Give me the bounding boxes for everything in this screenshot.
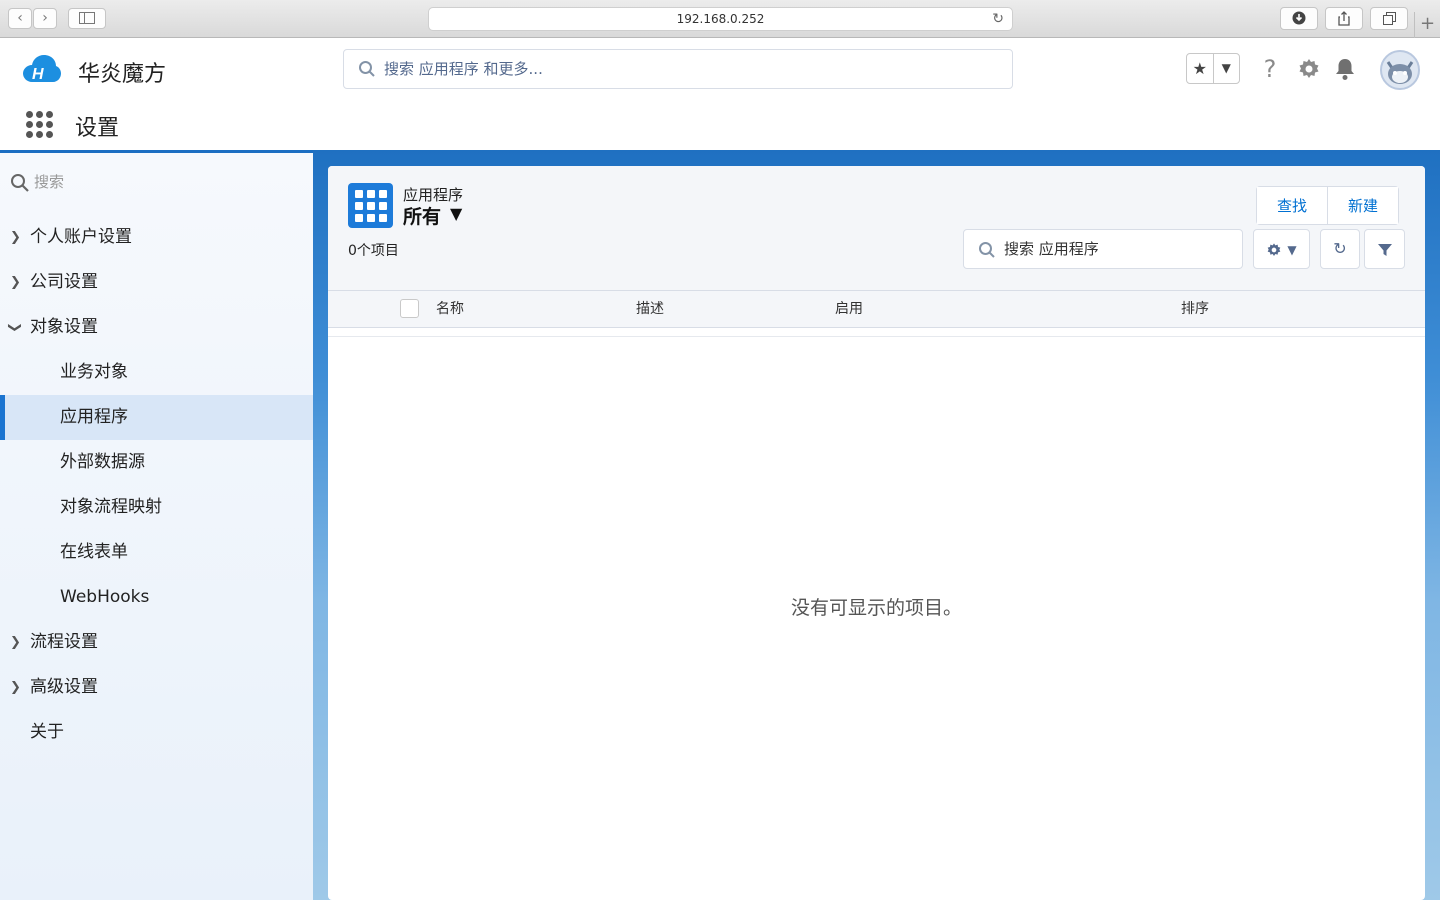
global-search[interactable] — [343, 49, 1013, 89]
forward-button[interactable]: › — [33, 8, 57, 29]
app-launcher-icon[interactable] — [26, 111, 54, 139]
sidebar-icon — [79, 12, 95, 24]
back-button[interactable]: ‹ — [8, 8, 32, 29]
app-title: 设置 — [75, 116, 120, 141]
app-row: 设置 — [0, 108, 400, 150]
gear-icon[interactable] — [1294, 52, 1324, 86]
refresh-button[interactable]: ↻ — [1320, 229, 1360, 269]
cat-avatar-icon — [1386, 61, 1414, 84]
sidebar-item-label: 公司设置 — [30, 272, 98, 292]
user-avatar[interactable] — [1380, 50, 1420, 90]
share-icon — [1338, 11, 1350, 26]
tabs-icon — [1382, 12, 1396, 25]
sidebar-item-about[interactable]: 关于 — [0, 710, 313, 755]
chevron-right-icon: ❯ — [10, 275, 21, 290]
column-header-enabled[interactable]: 启用 — [835, 291, 863, 328]
record-count: 0个项目 — [348, 243, 399, 259]
find-button[interactable]: 查找 — [1257, 187, 1328, 224]
sidebar-item-label: 对象设置 — [30, 317, 98, 337]
search-icon — [359, 61, 375, 77]
table-body: 没有可显示的项目。 — [328, 336, 1425, 900]
sidebar-item-object-flow-mapping[interactable]: 对象流程映射 — [0, 485, 313, 530]
help-icon[interactable]: ? — [1255, 52, 1285, 86]
share-button[interactable] — [1325, 7, 1363, 30]
favorites-dropdown-icon[interactable]: ▼ — [1212, 54, 1240, 83]
list-search-input[interactable] — [1004, 230, 1234, 268]
chevron-right-icon: ❯ — [10, 635, 21, 650]
sidebar-item-online-forms[interactable]: 在线表单 — [0, 530, 313, 575]
list-view-panel: 应用程序 所有 ▼ 0个项目 查找 新建 ▼ ↻ 名称 描述 启用 排序 — [328, 166, 1425, 900]
chevron-right-icon: ❯ — [10, 230, 21, 245]
empty-state-message: 没有可显示的项目。 — [790, 597, 962, 619]
browser-toolbar: ‹ › 192.168.0.252 ↻ + — [0, 0, 1440, 38]
app-grid-icon — [348, 183, 393, 228]
sidebar-item-label: 关于 — [30, 722, 64, 742]
global-search-input[interactable] — [384, 50, 984, 88]
url-text: 192.168.0.252 — [676, 12, 765, 26]
url-field[interactable]: 192.168.0.252 ↻ — [428, 7, 1013, 31]
tabs-overview-button[interactable] — [1370, 7, 1408, 30]
sidebar-item-label: 高级设置 — [30, 677, 98, 697]
sidebar-item-process-settings[interactable]: ❯ 流程设置 — [0, 620, 313, 665]
sidebar-item-personal-settings[interactable]: ❯ 个人账户设置 — [0, 215, 313, 260]
favorites-group[interactable]: ★ ▼ — [1186, 53, 1240, 84]
brand-logo: H — [23, 55, 61, 83]
sidebar-item-label: 对象流程映射 — [60, 497, 162, 517]
sidebar-item-company-settings[interactable]: ❯ 公司设置 — [0, 260, 313, 305]
sidebar-toggle-button[interactable] — [68, 8, 106, 29]
filter-button[interactable] — [1364, 229, 1405, 269]
caret-down-icon: ▼ — [450, 204, 463, 223]
new-button[interactable]: 新建 — [1327, 187, 1399, 224]
app-header: H 华炎魔方 ★ ▼ ? 设置 — [0, 38, 1440, 150]
list-view-header: 应用程序 所有 ▼ 0个项目 查找 新建 ▼ ↻ — [328, 166, 1425, 291]
list-settings-button[interactable]: ▼ — [1253, 229, 1310, 269]
sidebar-item-object-settings[interactable]: ❯ 对象设置 — [0, 305, 313, 350]
reload-icon[interactable]: ↻ — [992, 8, 1004, 30]
sidebar-item-label: 流程设置 — [30, 632, 98, 652]
sidebar-item-label: 应用程序 — [60, 407, 128, 427]
select-all-checkbox[interactable] — [400, 299, 419, 318]
list-search[interactable] — [963, 229, 1243, 269]
svg-text:H: H — [32, 66, 44, 83]
sidebar-item-webhooks[interactable]: WebHooks — [0, 575, 313, 620]
filter-icon — [1377, 243, 1392, 256]
chevron-right-icon: ❯ — [10, 680, 21, 695]
sidebar-search-input[interactable] — [34, 173, 274, 191]
sidebar-item-external-datasources[interactable]: 外部数据源 — [0, 440, 313, 485]
sidebar-search[interactable] — [10, 171, 300, 199]
column-header-name[interactable]: 名称 — [436, 291, 464, 328]
bell-icon[interactable] — [1330, 52, 1360, 86]
sidebar-item-advanced-settings[interactable]: ❯ 高级设置 — [0, 665, 313, 710]
sidebar-item-applications[interactable]: 应用程序 — [0, 395, 313, 440]
search-icon — [11, 174, 29, 192]
new-tab-button[interactable]: + — [1414, 12, 1440, 38]
sidebar-item-label: 外部数据源 — [60, 452, 145, 472]
star-icon[interactable]: ★ — [1187, 54, 1213, 83]
downloads-button[interactable] — [1280, 7, 1318, 30]
refresh-icon: ↻ — [1333, 239, 1347, 258]
column-header-description[interactable]: 描述 — [636, 291, 664, 328]
column-header-sort[interactable]: 排序 — [1181, 291, 1209, 328]
sidebar-item-label: 个人账户设置 — [30, 227, 132, 247]
view-name: 所有 — [403, 206, 442, 228]
table-header: 名称 描述 启用 排序 — [328, 291, 1425, 328]
sidebar-item-label: 在线表单 — [60, 542, 128, 562]
download-icon — [1292, 11, 1306, 25]
caret-down-icon: ▼ — [1287, 243, 1297, 257]
sidebar-item-business-objects[interactable]: 业务对象 — [0, 350, 313, 395]
action-button-group: 查找 新建 — [1256, 186, 1400, 225]
search-icon — [979, 242, 995, 258]
sidebar-item-label: 业务对象 — [60, 362, 128, 382]
gear-icon — [1267, 242, 1281, 256]
brand-name: 华炎魔方 — [78, 62, 167, 87]
sidebar-item-label: WebHooks — [60, 587, 150, 607]
setup-sidebar: ❯ 个人账户设置 ❯ 公司设置 ❯ 对象设置 业务对象 应用程序 外部数据源 对… — [0, 150, 313, 900]
